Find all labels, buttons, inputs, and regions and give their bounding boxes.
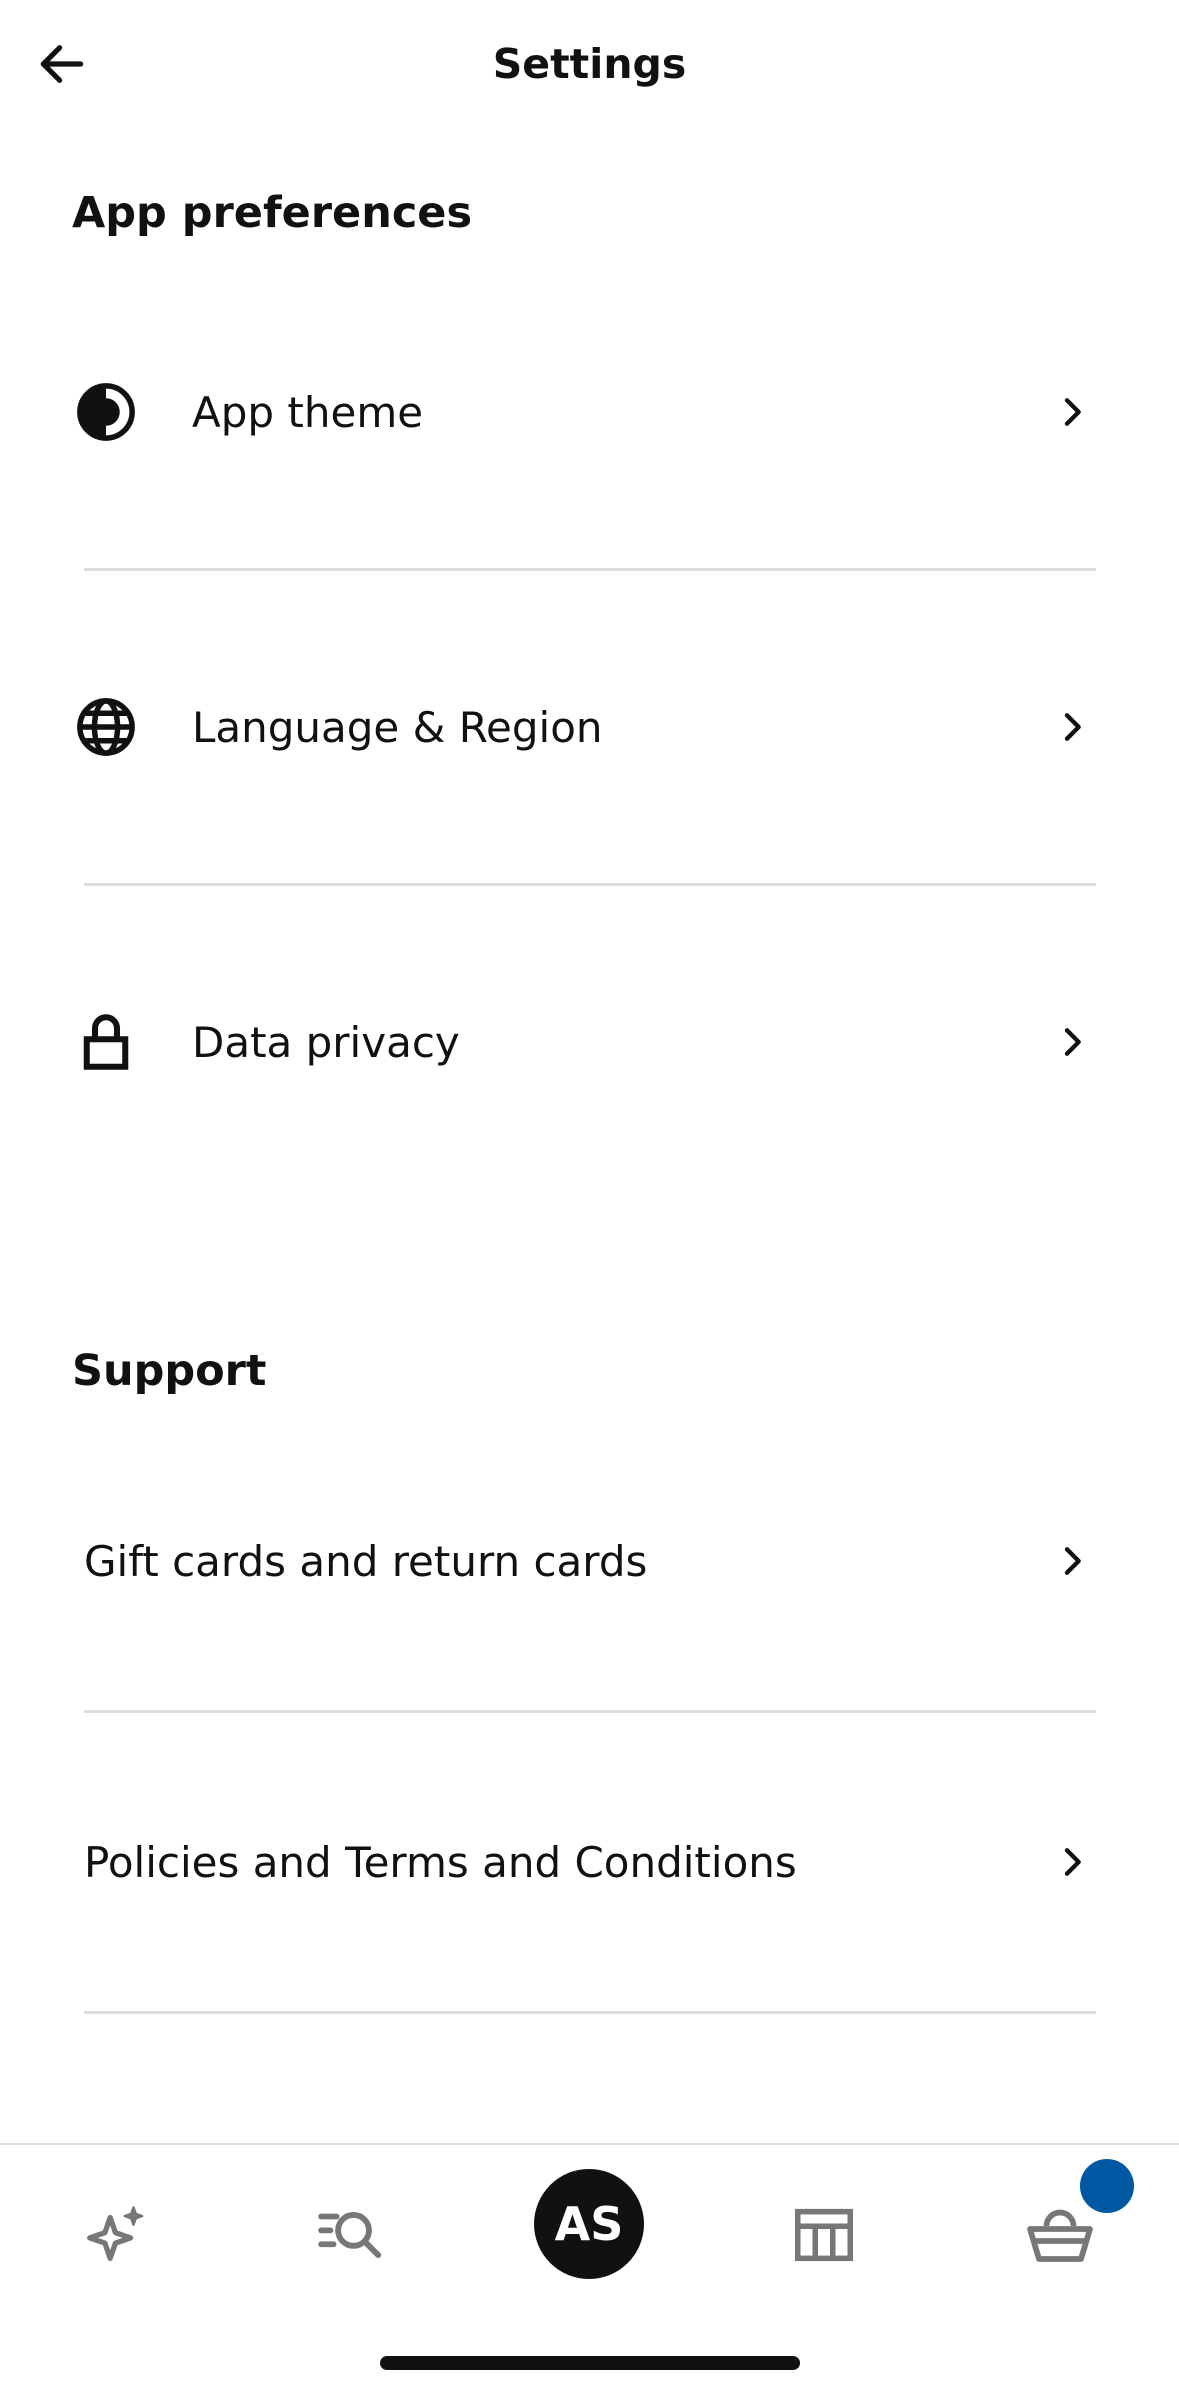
globe-icon — [68, 689, 144, 765]
divider — [84, 2011, 1096, 2014]
app-theme-label: App theme — [192, 387, 424, 437]
basket-badge — [1080, 2159, 1134, 2213]
policies-row[interactable]: Policies and Terms and Conditions — [84, 1812, 1096, 1912]
divider — [84, 1710, 1096, 1713]
section-title-support: Support — [72, 1346, 267, 1396]
divider — [84, 568, 1096, 571]
store-tab[interactable] — [764, 2175, 884, 2295]
avatar[interactable]: AS — [534, 2169, 644, 2279]
search-icon — [318, 2212, 382, 2258]
divider — [84, 883, 1096, 886]
inspiration-tab[interactable] — [56, 2175, 176, 2295]
chevron-right-icon — [1064, 1848, 1081, 1876]
policies-label: Policies and Terms and Conditions — [84, 1837, 797, 1887]
data-privacy-label: Data privacy — [192, 1017, 460, 1067]
basket-tab[interactable] — [1000, 2159, 1134, 2295]
chevron-right-icon — [1064, 1028, 1081, 1056]
data-privacy-row[interactable]: Data privacy — [72, 992, 1096, 1092]
gift-cards-row[interactable]: Gift cards and return cards — [84, 1511, 1096, 1611]
lock-icon — [68, 1004, 144, 1080]
language-region-label: Language & Region — [192, 702, 603, 752]
contrast-icon — [68, 374, 144, 450]
basket-icon — [1027, 2209, 1093, 2262]
section-title-app-preferences: App preferences — [72, 188, 473, 238]
header: Settings — [0, 0, 1179, 140]
home-indicator — [380, 2356, 800, 2370]
store-icon — [794, 2208, 854, 2262]
chevron-right-icon — [1064, 398, 1081, 426]
app-theme-row[interactable]: App theme — [72, 362, 1096, 462]
page-title: Settings — [492, 40, 687, 88]
language-region-row[interactable]: Language & Region — [72, 677, 1096, 777]
chevron-right-icon — [1064, 1547, 1081, 1575]
chevron-right-icon — [1064, 713, 1081, 741]
search-tab[interactable] — [292, 2175, 412, 2295]
sparkle-icon — [87, 2206, 144, 2261]
gift-cards-label: Gift cards and return cards — [84, 1536, 648, 1586]
